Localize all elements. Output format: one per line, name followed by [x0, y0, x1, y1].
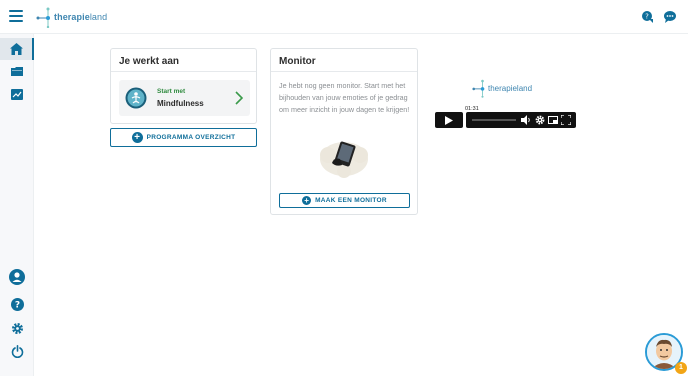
question-icon: ? [10, 297, 24, 311]
sidebar-item-logout[interactable] [0, 341, 34, 361]
logo[interactable]: therapieland [36, 6, 107, 28]
program-overview-button[interactable]: + PROGRAMMA OVERZICHT [110, 128, 257, 147]
messages-icon[interactable] [663, 10, 677, 24]
monitor-card: Monitor Je hebt nog geen monitor. Start … [270, 48, 418, 215]
sidebar: ? [0, 34, 34, 376]
program-subtitle: Start met [157, 88, 186, 95]
chart-icon [11, 88, 23, 100]
logo-text: therapieland [54, 12, 108, 22]
notification-badge: 1 [675, 362, 687, 374]
user-icon [9, 269, 25, 285]
logo-mark-icon [472, 79, 485, 98]
home-icon [9, 43, 23, 55]
video-player: therapieland 01:31 [435, 74, 576, 130]
monitor-empty-text: Je hebt nog geen monitor. Start met het … [279, 81, 410, 114]
sidebar-item-profile[interactable] [0, 267, 34, 287]
hamburger-menu-icon[interactable] [9, 10, 23, 22]
sidebar-item-monitor[interactable] [0, 83, 34, 105]
work-card: Je werkt aan Start met Mindfulness [110, 48, 257, 124]
video-progress-track[interactable] [472, 119, 516, 121]
plus-icon: + [302, 196, 312, 205]
divider [111, 71, 256, 72]
sidebar-item-settings[interactable] [0, 318, 34, 338]
mindfulness-icon [125, 87, 147, 109]
fullscreen-icon[interactable] [561, 115, 571, 125]
create-monitor-button[interactable]: + MAAK EEN MONITOR [279, 193, 410, 208]
picture-in-picture-icon[interactable] [548, 115, 558, 125]
folder-icon [11, 67, 23, 76]
video-play-button[interactable] [435, 112, 463, 128]
work-card-title: Je werkt aan [119, 56, 180, 67]
sidebar-item-help[interactable]: ? [0, 294, 34, 314]
settings-gear-icon[interactable] [535, 115, 545, 125]
sidebar-item-home[interactable] [0, 38, 34, 60]
program-item-mindfulness[interactable]: Start met Mindfulness [119, 80, 250, 116]
plus-icon: + [131, 132, 143, 143]
power-icon [11, 344, 23, 358]
sidebar-item-programs[interactable] [0, 60, 34, 82]
program-name: Mindfulness [157, 99, 204, 108]
video-logo-text: therapieland [488, 83, 533, 93]
gear-icon [11, 322, 23, 334]
program-overview-label: PROGRAMMA OVERZICHT [146, 134, 236, 141]
create-monitor-label: MAAK EEN MONITOR [315, 197, 387, 204]
help-chat-icon[interactable]: ? [641, 10, 655, 24]
play-icon [445, 115, 453, 125]
app-root: therapieland ? ? Je werkt aan Start met … [0, 0, 688, 376]
video-logo: therapieland [472, 78, 532, 98]
volume-icon[interactable] [521, 115, 531, 125]
svg-text:?: ? [645, 13, 649, 21]
chevron-right-icon [235, 91, 243, 105]
logo-mark-icon [36, 7, 50, 28]
monitor-illustration-icon [320, 141, 368, 178]
top-bar: therapieland ? [0, 0, 688, 34]
svg-text:?: ? [14, 300, 19, 310]
divider [271, 71, 417, 72]
monitor-card-title: Monitor [279, 56, 316, 67]
video-control-bar [466, 112, 576, 128]
